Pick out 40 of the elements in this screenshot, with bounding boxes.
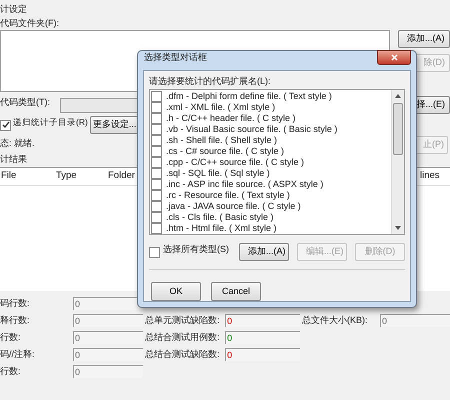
stat-field: 0	[380, 314, 450, 327]
stat-label: 总结合测试缺陷数:	[145, 348, 221, 361]
checkbox-label: 递归统计子目录(R)	[13, 116, 88, 129]
stat-label: 总结合测试用例数:	[145, 331, 221, 344]
checkbox-label: 选择所有类型(S)	[163, 243, 230, 256]
list-item: .vb - Visual Basic source file. ( Basic style )	[166, 124, 338, 135]
stat-label: 总单元测试缺陷数:	[145, 314, 221, 327]
list-item: .inc - ASP inc file source. ( ASPX style )	[166, 179, 324, 190]
stat-field: 0	[73, 314, 143, 327]
list-item: .sh - Shell file. ( Shell style )	[166, 135, 278, 146]
stat-label: 行数:	[0, 331, 22, 344]
stat-label: 码行数:	[0, 297, 31, 310]
stat-field: 0	[73, 297, 143, 310]
stat-field: 0	[73, 331, 143, 344]
stat-label: 释行数:	[0, 314, 31, 327]
list-item: .cls - Cls file. ( Basic style )	[166, 212, 274, 223]
field-label: 代码类型(T):	[0, 96, 51, 109]
status-text: 态: 就绪.	[0, 137, 35, 150]
list-item: .dfm - Delphi form define file. ( Text style )	[166, 91, 332, 102]
list-item: .java - JAVA source file. ( C style )	[166, 201, 301, 212]
list-item: .cs - C# source file. ( C style )	[166, 146, 284, 157]
list-item: .htm - Html file. ( Xml style )	[166, 223, 277, 234]
stat-field: 0	[73, 348, 143, 361]
stat-field: 0	[73, 365, 143, 378]
list-item: .xml - XML file. ( Xml style )	[166, 102, 276, 113]
field-label: 代码文件夹(F):	[0, 17, 59, 30]
dialog-title: 选择类型对话框	[143, 51, 207, 64]
group-title: 计设定	[0, 3, 27, 16]
stat-field: 0	[225, 348, 300, 361]
stat-label: 行数:	[0, 365, 22, 378]
stat-label: 码//注释:	[0, 348, 36, 361]
stat-label: 总文件大小(KB):	[302, 314, 369, 327]
list-item: .h - C/C++ header file. ( C style )	[166, 113, 296, 124]
stat-field: 0	[225, 314, 300, 327]
list-item: .cpp - C/C++ source file. ( C style )	[166, 157, 304, 168]
list-item: .sql - SQL file. ( Sql style )	[166, 168, 270, 179]
stat-field: 0	[225, 331, 300, 344]
list-label: 请选择要统计的代码扩展名(L):	[149, 75, 270, 87]
section-title: 计结果	[0, 153, 27, 166]
list-item: .rc - Resource file. ( Text style )	[166, 190, 290, 201]
